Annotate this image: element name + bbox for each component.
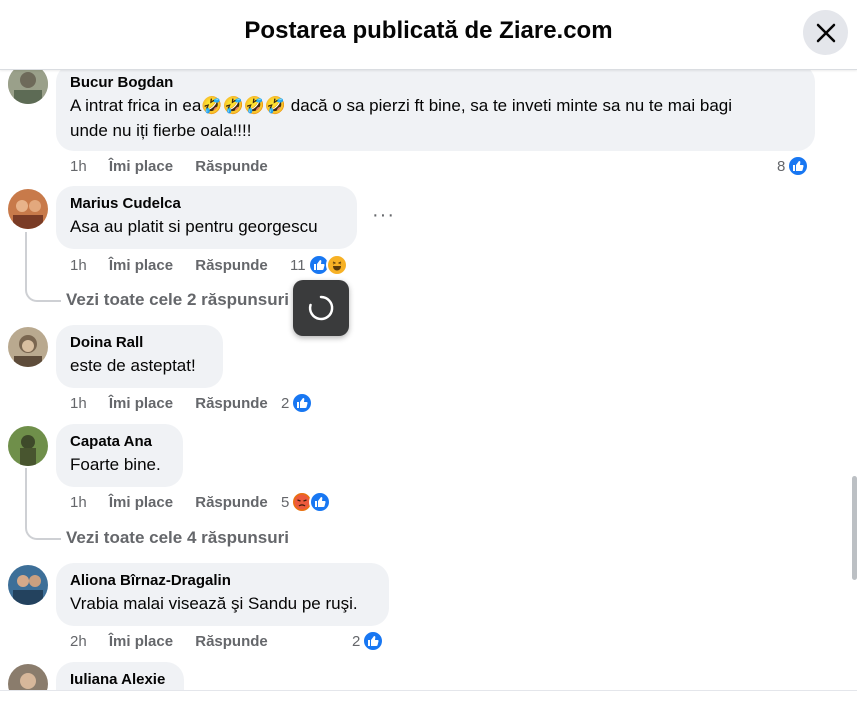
comment-actions: 1h Îmi place Răspunde <box>70 158 286 175</box>
avatar[interactable] <box>8 64 48 104</box>
comment-time[interactable]: 1h <box>70 494 87 511</box>
comment-actions: 2h Îmi place Răspunde <box>70 633 286 650</box>
bottom-divider <box>0 690 857 701</box>
reply-button[interactable]: Răspunde <box>195 257 268 274</box>
comment-text: Asa au platit si pentru georgescu <box>70 217 318 236</box>
like-button[interactable]: Îmi place <box>109 395 173 412</box>
like-icon <box>787 155 810 177</box>
comment-author[interactable]: Iuliana Alexie <box>70 670 170 690</box>
reaction-summary[interactable]: 8 <box>777 155 810 177</box>
comment-bubble: Doina Rall este de asteptat! <box>56 325 223 388</box>
comment-bubble: Marius Cudelca Asa au platit si pentru g… <box>56 186 357 249</box>
comment-bubble: Aliona Bîrnaz-Dragalin Vrabia malai vise… <box>56 563 389 626</box>
avatar[interactable] <box>8 426 48 466</box>
view-replies-link[interactable]: Vezi toate cele 4 răspunsuri <box>66 528 289 548</box>
like-icon <box>309 491 332 513</box>
comment-text: Foarte bine. <box>70 455 161 474</box>
comment-bubble: Capata Ana Foarte bine. <box>56 424 183 487</box>
comment-author[interactable]: Doina Rall <box>70 333 209 353</box>
reply-thread-line <box>25 468 61 540</box>
like-icon <box>362 630 385 652</box>
comment-actions: 1h Îmi place Răspunde <box>70 257 286 274</box>
close-icon <box>816 23 835 42</box>
loading-spinner <box>293 280 349 336</box>
avatar[interactable] <box>8 327 48 367</box>
like-button[interactable]: Îmi place <box>109 494 173 511</box>
reaction-count: 2 <box>281 394 290 412</box>
like-button[interactable]: Îmi place <box>109 633 173 650</box>
page-title: Postarea publicată de Ziare.com <box>244 17 613 44</box>
comment-text: A intrat frica in ea🤣🤣🤣🤣 dacă o sa pierz… <box>70 96 733 115</box>
comment-bubble: Bucur Bogdan A intrat frica in ea🤣🤣🤣🤣 da… <box>56 64 815 151</box>
reply-button[interactable]: Răspunde <box>195 494 268 511</box>
reaction-count: 2 <box>352 632 361 650</box>
comment-text: este de asteptat! <box>70 356 196 375</box>
comment-time[interactable]: 2h <box>70 633 87 650</box>
reaction-count: 11 <box>290 256 306 274</box>
comment-author[interactable]: Aliona Bîrnaz-Dragalin <box>70 571 375 591</box>
like-icon <box>291 392 314 414</box>
reaction-count: 8 <box>777 157 786 175</box>
comment-time[interactable]: 1h <box>70 257 87 274</box>
close-button[interactable] <box>803 10 848 55</box>
reply-button[interactable]: Răspunde <box>195 395 268 412</box>
reaction-summary[interactable]: 11 <box>290 254 348 276</box>
reply-button[interactable]: Răspunde <box>195 633 268 650</box>
reply-button[interactable]: Răspunde <box>195 158 268 175</box>
comment-time[interactable]: 1h <box>70 158 87 175</box>
spinner-icon <box>308 295 334 321</box>
dialog-header: Postarea publicată de Ziare.com <box>0 0 857 70</box>
comment-actions: 1h Îmi place Răspunde <box>70 494 286 511</box>
view-replies-link[interactable]: Vezi toate cele 2 răspunsuri <box>66 290 289 310</box>
comment-actions: 1h Îmi place Răspunde <box>70 395 286 412</box>
comment-text: Vrabia malai visează şi Sandu pe ruşi. <box>70 594 358 613</box>
avatar[interactable] <box>8 565 48 605</box>
haha-icon <box>325 254 348 276</box>
comments-feed: Bucur Bogdan A intrat frica in ea🤣🤣🤣🤣 da… <box>0 0 857 701</box>
reaction-summary[interactable]: 5 <box>281 491 332 513</box>
comment-author[interactable]: Capata Ana <box>70 432 169 452</box>
comment-author[interactable]: Bucur Bogdan <box>70 73 801 93</box>
comment-text: unde nu iți fierbe oala!!!! <box>70 121 252 140</box>
avatar[interactable] <box>8 189 48 229</box>
reaction-summary[interactable]: 2 <box>352 630 385 652</box>
reaction-count: 5 <box>281 493 290 511</box>
comment-time[interactable]: 1h <box>70 395 87 412</box>
like-button[interactable]: Îmi place <box>109 158 173 175</box>
like-button[interactable]: Îmi place <box>109 257 173 274</box>
scrollbar[interactable] <box>852 476 857 580</box>
more-options-button[interactable]: ··· <box>372 204 395 227</box>
reply-thread-line <box>25 232 61 302</box>
comment-author[interactable]: Marius Cudelca <box>70 194 343 214</box>
reaction-summary[interactable]: 2 <box>281 392 314 414</box>
